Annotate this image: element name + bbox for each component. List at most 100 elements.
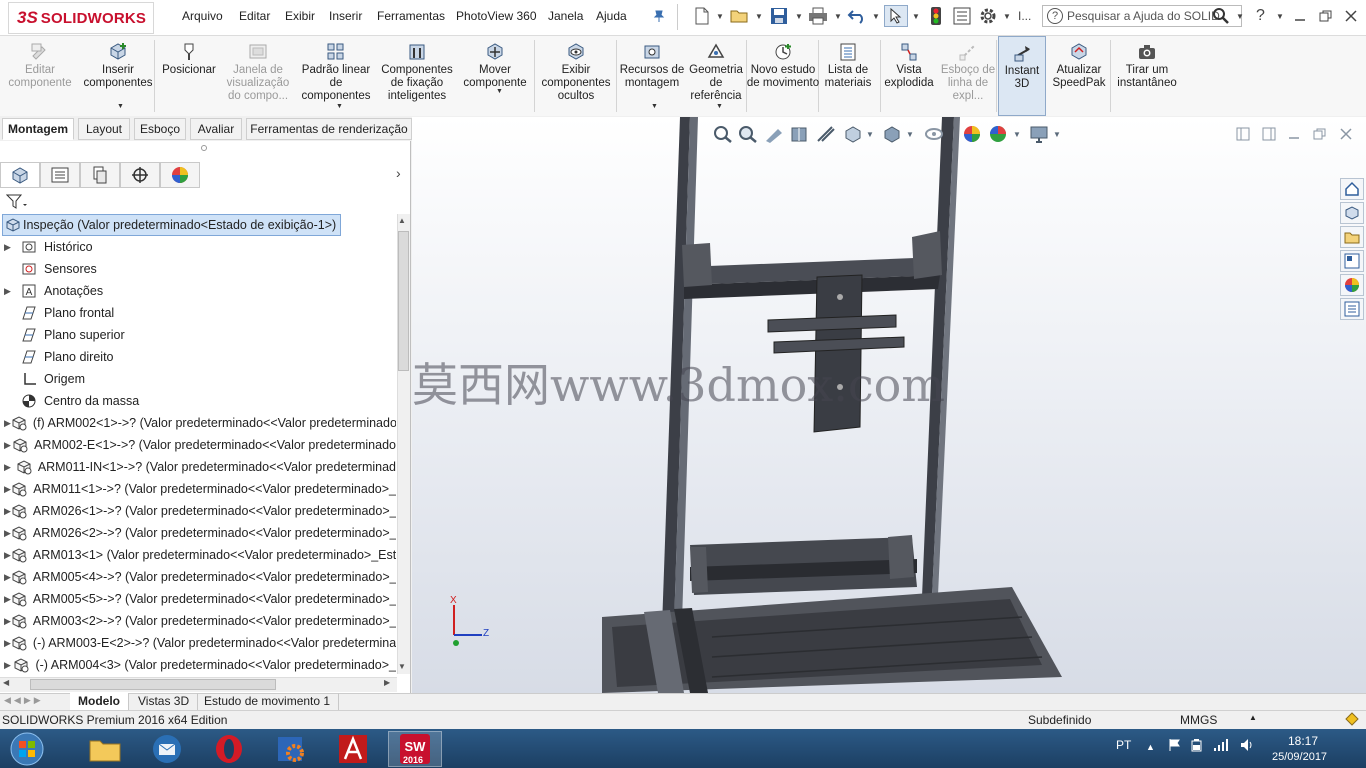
command-posicionar-button[interactable]: Posicionar bbox=[156, 36, 222, 116]
task-pane-view-palette-icon[interactable] bbox=[1340, 250, 1364, 272]
viewport-close-icon[interactable] bbox=[1340, 125, 1352, 143]
panel-splitter-handle[interactable] bbox=[201, 145, 207, 151]
command-esbo-o-de-linha-de-expl-button[interactable]: Esboço de linha de expl... bbox=[938, 36, 998, 116]
help-dropdown-icon[interactable]: ▼ bbox=[1276, 5, 1284, 27]
close-icon[interactable] bbox=[1345, 5, 1357, 27]
tray-network-icon[interactable] bbox=[1213, 738, 1229, 755]
tree-expand-arrow-icon[interactable]: ▶ bbox=[4, 616, 11, 627]
tree-expand-arrow-icon[interactable]: ▶ bbox=[4, 440, 12, 451]
feature-tree-tab[interactable] bbox=[0, 162, 40, 188]
taskbar-thunderbird-icon[interactable] bbox=[140, 731, 194, 767]
open-document-icon[interactable] bbox=[730, 5, 750, 27]
solidworks-logo[interactable]: 3S SOLIDWORKS bbox=[8, 2, 154, 34]
tree-item[interactable]: Plano frontal bbox=[0, 302, 396, 324]
tray-battery-icon[interactable] bbox=[1190, 738, 1204, 755]
command-componentes-de-fixa-o-inteligentes-button[interactable]: Componentes de fixação inteligentes bbox=[378, 36, 456, 116]
scroll-right-arrow-icon[interactable]: ▶ bbox=[384, 678, 390, 687]
options-gear-icon[interactable] bbox=[979, 5, 997, 27]
tab-montagem[interactable]: Montagem bbox=[2, 118, 74, 140]
taskbar-opera-icon[interactable] bbox=[202, 731, 256, 767]
zoom-to-fit-icon[interactable] bbox=[713, 125, 733, 143]
tree-expand-arrow-icon[interactable]: ▶ bbox=[4, 286, 20, 297]
task-pane-design-library-icon[interactable] bbox=[1340, 202, 1364, 224]
dynamic-annotation-icon[interactable] bbox=[816, 125, 836, 143]
view-orientation-dropdown-icon[interactable]: ▼ bbox=[866, 125, 874, 143]
section-view-icon[interactable] bbox=[790, 125, 810, 143]
status-unit-system[interactable]: MMGS bbox=[1180, 713, 1217, 727]
viewport-split-right-icon[interactable] bbox=[1262, 125, 1276, 143]
taskbar-autocad-icon[interactable] bbox=[326, 731, 380, 767]
menu-ferramentas[interactable]: Ferramentas bbox=[377, 9, 445, 23]
rebuild-status-icon[interactable] bbox=[1345, 712, 1359, 729]
tree-item[interactable]: ▶ ARM013<1> (Valor predeterminado<<Valor … bbox=[0, 544, 396, 566]
tab-esbo-o[interactable]: Esboço bbox=[134, 118, 186, 140]
tray-flag-icon[interactable] bbox=[1168, 738, 1182, 755]
command-janela-de-visualiza-o-do-compo-button[interactable]: Janela de visualização do compo... bbox=[222, 36, 294, 116]
select-dropdown-icon[interactable]: ▼ bbox=[912, 5, 920, 27]
taskbar-file-explorer-icon[interactable] bbox=[78, 731, 132, 767]
command-vista-explodida-button[interactable]: Vista explodida bbox=[880, 36, 938, 116]
edit-appearance-icon[interactable] bbox=[962, 125, 982, 143]
task-pane-home-icon[interactable] bbox=[1340, 178, 1364, 200]
display-manager-tab[interactable] bbox=[160, 162, 200, 188]
command-atualizar-speedpak-button[interactable]: Atualizar SpeedPak bbox=[1048, 36, 1110, 116]
command-dropdown-icon[interactable]: ▼ bbox=[336, 103, 343, 110]
tree-expand-arrow-icon[interactable]: ▶ bbox=[4, 660, 13, 671]
tree-item[interactable]: ▶ ARM026<1>->? (Valor predeterminado<<Val… bbox=[0, 500, 396, 522]
graphics-viewport[interactable]: 莫西网www.3dmox.com X Z bbox=[412, 117, 1366, 693]
tree-item[interactable]: Sensores bbox=[0, 258, 396, 280]
menu-inserir[interactable]: Inserir bbox=[329, 9, 362, 23]
tab-avaliar[interactable]: Avaliar bbox=[190, 118, 242, 140]
configuration-manager-tab[interactable] bbox=[80, 162, 120, 188]
pin-icon[interactable] bbox=[652, 5, 666, 27]
tree-item[interactable]: ▶ (-) ARM003-E<2>->? (Valor predeterminad… bbox=[0, 632, 396, 654]
tab-layout[interactable]: Layout bbox=[78, 118, 130, 140]
tree-item[interactable]: ▶ ARM005<4>->? (Valor predeterminado<<Val… bbox=[0, 566, 396, 588]
viewport-restore-icon[interactable] bbox=[1313, 125, 1326, 143]
view-settings-icon[interactable] bbox=[1029, 125, 1049, 143]
rebuild-icon[interactable] bbox=[929, 5, 943, 27]
menu-editar[interactable]: Editar bbox=[239, 9, 270, 23]
tree-item[interactable]: ▶ ARM011<1>->? (Valor predeterminado<<Val… bbox=[0, 478, 396, 500]
bottom-tab-nav-arrows-icon[interactable]: ◀◀▶▶ bbox=[4, 695, 44, 706]
tree-item[interactable]: ▶ ARM005<5>->? (Valor predeterminado<<Val… bbox=[0, 588, 396, 610]
more-commands[interactable]: I... bbox=[1018, 5, 1031, 27]
units-dropdown-icon[interactable]: ▲ bbox=[1249, 713, 1257, 722]
command-novo-estudo-de-movimento-button[interactable]: Novo estudo de movimento bbox=[746, 36, 820, 116]
viewport-split-left-icon[interactable] bbox=[1236, 125, 1250, 143]
tree-item[interactable]: Centro da massa bbox=[0, 390, 396, 412]
view-orientation-icon[interactable] bbox=[843, 125, 863, 143]
undo-icon[interactable] bbox=[847, 5, 867, 27]
tree-expand-arrow-icon[interactable]: ▶ bbox=[4, 550, 11, 561]
print-icon[interactable] bbox=[808, 5, 828, 27]
tree-item[interactable]: Origem bbox=[0, 368, 396, 390]
tree-expand-arrow-icon[interactable]: ▶ bbox=[4, 572, 11, 583]
tree-expand-arrow-icon[interactable]: ▶ bbox=[4, 528, 11, 539]
scroll-left-arrow-icon[interactable]: ◀ bbox=[3, 678, 9, 687]
tree-expand-arrow-icon[interactable]: ▶ bbox=[4, 484, 11, 495]
tray-show-hidden-icon[interactable]: ▲ bbox=[1146, 742, 1155, 752]
clock-time[interactable]: 18:17 bbox=[1288, 734, 1318, 748]
dimxpert-manager-tab[interactable] bbox=[120, 162, 160, 188]
tree-expand-arrow-icon[interactable]: ▶ bbox=[4, 462, 16, 473]
tree-item[interactable]: Plano direito bbox=[0, 346, 396, 368]
scroll-down-arrow-icon[interactable]: ▼ bbox=[398, 662, 406, 671]
viewport-minimize-icon[interactable] bbox=[1288, 125, 1300, 143]
command-lista-de-materiais-button[interactable]: Lista de materiais bbox=[820, 36, 876, 116]
menu-arquivo[interactable]: Arquivo bbox=[182, 9, 223, 23]
help-icon[interactable]: ? bbox=[1256, 5, 1265, 27]
command-tirar-um-instant-neo-button[interactable]: Tirar um instantâneo bbox=[1112, 36, 1182, 116]
command-dropdown-icon[interactable]: ▼ bbox=[496, 88, 503, 95]
scene-dropdown-icon[interactable]: ▼ bbox=[1013, 125, 1021, 143]
taskbar-solidworks-icon[interactable]: SW 2016 bbox=[388, 731, 442, 767]
hide-show-items-icon[interactable] bbox=[924, 125, 944, 143]
task-pane-file-explorer-icon[interactable] bbox=[1340, 226, 1364, 248]
clock-date[interactable]: 25/09/2017 bbox=[1272, 751, 1327, 763]
save-dropdown-icon[interactable]: ▼ bbox=[795, 5, 803, 27]
tab-ferramentas-de-renderiza-o[interactable]: Ferramentas de renderização bbox=[246, 118, 412, 140]
tree-item[interactable]: ▶ (-) ARM004<3> (Valor predeterminado<<Va… bbox=[0, 654, 396, 676]
command-mover-componente-button[interactable]: Mover componente bbox=[456, 36, 534, 116]
display-style-dropdown-icon[interactable]: ▼ bbox=[906, 125, 914, 143]
bottom-tab-estudo-de-movimento-1[interactable]: Estudo de movimento 1 bbox=[196, 693, 340, 710]
tree-item[interactable]: ▶ ARM011-IN<1>->? (Valor predeterminado<<… bbox=[0, 456, 396, 478]
